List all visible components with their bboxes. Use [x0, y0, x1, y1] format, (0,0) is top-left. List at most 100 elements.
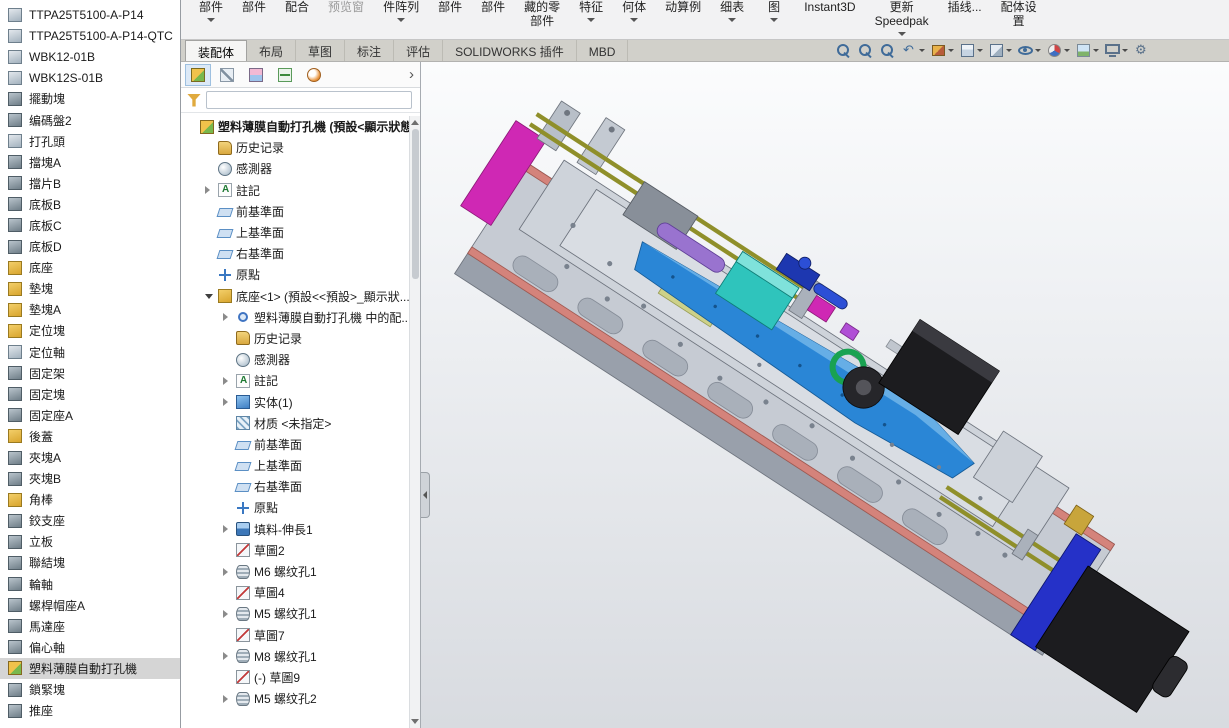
- parts-list-item[interactable]: 固定座A: [0, 405, 180, 426]
- parts-list-item[interactable]: 固定架: [0, 363, 180, 384]
- ribbon-button[interactable]: 动算例: [659, 0, 707, 15]
- view-toolbar-button[interactable]: [1016, 42, 1042, 59]
- parts-list-item[interactable]: 擋塊A: [0, 152, 180, 173]
- parts-list-item[interactable]: 鎖緊塊: [0, 679, 180, 700]
- parts-list-item[interactable]: 推座: [0, 700, 180, 721]
- feature-tree-item[interactable]: M8 螺纹孔1: [181, 646, 420, 667]
- ribbon-button[interactable]: Instant3D: [798, 0, 861, 15]
- feature-tree-item[interactable]: 前基準面: [181, 434, 420, 455]
- parts-list-item[interactable]: 底板C: [0, 215, 180, 236]
- view-toolbar-button[interactable]: [987, 42, 1013, 59]
- parts-list-item[interactable]: 立板: [0, 531, 180, 552]
- feature-tree-item[interactable]: 草圖2: [181, 540, 420, 561]
- view-toolbar-button[interactable]: [856, 42, 875, 59]
- parts-list-item[interactable]: 定位軸: [0, 342, 180, 363]
- expand-arrow-icon[interactable]: [223, 398, 232, 406]
- parts-list-item[interactable]: TTPA25T5100-A-P14: [0, 4, 180, 25]
- ribbon-button[interactable]: 插线...: [942, 0, 988, 15]
- parts-list-item[interactable]: 夾塊A: [0, 447, 180, 468]
- feature-tree-item[interactable]: 上基準面: [181, 455, 420, 476]
- featuremanager-tab[interactable]: [185, 64, 211, 86]
- view-toolbar-button[interactable]: [900, 42, 926, 59]
- parts-list-item[interactable]: 鉸支座: [0, 510, 180, 531]
- view-toolbar-button[interactable]: [878, 42, 897, 59]
- feature-tree-item[interactable]: 原點: [181, 497, 420, 518]
- parts-list-item[interactable]: 聯結塊: [0, 552, 180, 573]
- feature-tree-item[interactable]: 右基準面: [181, 243, 420, 264]
- graphics-area[interactable]: [421, 62, 1229, 728]
- featuremanager-tab[interactable]: [301, 64, 327, 86]
- ribbon-button[interactable]: 部件: [193, 0, 229, 22]
- expand-arrow-icon[interactable]: [205, 186, 214, 194]
- parts-list-item[interactable]: 夾塊B: [0, 468, 180, 489]
- parts-list-item[interactable]: 底座: [0, 257, 180, 278]
- parts-list-item[interactable]: 编碼盤2: [0, 109, 180, 130]
- feature-tree-item[interactable]: M5 螺纹孔1: [181, 603, 420, 624]
- feature-tree-item[interactable]: 实体(1): [181, 391, 420, 412]
- parts-list-item[interactable]: 墊塊A: [0, 299, 180, 320]
- ribbon-button[interactable]: 细表: [714, 0, 750, 22]
- ribbon-tab[interactable]: 评估: [394, 40, 443, 61]
- parts-list-item[interactable]: 固定塊: [0, 384, 180, 405]
- feature-tree-item[interactable]: 塑料薄膜自動打孔機 (預設<顯示狀態: [181, 116, 420, 137]
- ribbon-tab[interactable]: 装配体: [185, 40, 247, 61]
- feature-tree-item[interactable]: 上基準面: [181, 222, 420, 243]
- feature-tree-item[interactable]: 填料-伸長1: [181, 519, 420, 540]
- expand-arrow-icon[interactable]: [223, 568, 232, 576]
- parts-list-item[interactable]: WBK12-01B: [0, 46, 180, 67]
- feature-tree-item[interactable]: 註記: [181, 180, 420, 201]
- feature-tree-item[interactable]: 右基準面: [181, 476, 420, 497]
- parts-list-item[interactable]: 打孔頭: [0, 131, 180, 152]
- feature-tree-item[interactable]: 草圖4: [181, 582, 420, 603]
- feature-tree-item[interactable]: 材质 <未指定>: [181, 413, 420, 434]
- featuremanager-tab[interactable]: [272, 64, 298, 86]
- ribbon-button[interactable]: 配体设 置: [995, 0, 1043, 29]
- featuremanager-tab[interactable]: [243, 64, 269, 86]
- ribbon-button[interactable]: 部件: [236, 0, 272, 15]
- ribbon-tab[interactable]: 草图: [296, 40, 345, 61]
- ribbon-button[interactable]: 更新 Speedpak: [869, 0, 935, 36]
- panel-expand-chevron-icon[interactable]: [409, 67, 414, 82]
- ribbon-tab[interactable]: SOLIDWORKS 插件: [443, 40, 577, 61]
- ribbon-button[interactable]: 件阵列: [377, 0, 425, 22]
- parts-list-item[interactable]: 角棒: [0, 489, 180, 510]
- ribbon-button[interactable]: 配合: [279, 0, 315, 15]
- expand-arrow-icon[interactable]: [223, 377, 232, 385]
- assembly-model[interactable]: [421, 62, 1229, 728]
- filter-funnel-icon[interactable]: [187, 94, 201, 107]
- feature-tree-item[interactable]: 塑料薄膜自動打孔機 中的配...: [181, 307, 420, 328]
- view-toolbar-button[interactable]: [1045, 42, 1071, 59]
- parts-list-item[interactable]: 輪軸: [0, 574, 180, 595]
- parts-list-item[interactable]: 螺桿帽座A: [0, 595, 180, 616]
- ribbon-tab[interactable]: 标注: [345, 40, 394, 61]
- feature-tree-item[interactable]: 前基準面: [181, 201, 420, 222]
- parts-list-item[interactable]: 塑料薄膜自動打孔機: [0, 658, 180, 679]
- view-toolbar-button[interactable]: [929, 42, 955, 59]
- ribbon-button[interactable]: 何体: [616, 0, 652, 22]
- featuremanager-tab[interactable]: [214, 64, 240, 86]
- parts-list-item[interactable]: TTPA25T5100-A-P14-QTC: [0, 25, 180, 46]
- expand-arrow-icon[interactable]: [205, 294, 214, 299]
- ribbon-button[interactable]: 预览窗: [322, 0, 370, 15]
- expand-arrow-icon[interactable]: [223, 525, 232, 533]
- tree-filter-input[interactable]: [206, 91, 412, 109]
- parts-list-item[interactable]: WBK12S-01B: [0, 67, 180, 88]
- tree-scrollbar[interactable]: [409, 116, 420, 728]
- expand-arrow-icon[interactable]: [223, 610, 232, 618]
- ribbon-button[interactable]: 部件: [432, 0, 468, 15]
- feature-tree-item[interactable]: M5 螺纹孔2: [181, 688, 420, 709]
- view-toolbar-button[interactable]: [1103, 42, 1129, 59]
- scroll-up-arrow[interactable]: [411, 120, 419, 125]
- parts-list-item[interactable]: 擋片B: [0, 173, 180, 194]
- feature-tree-item[interactable]: 感測器: [181, 158, 420, 179]
- ribbon-tab[interactable]: 布局: [247, 40, 296, 61]
- expand-arrow-icon[interactable]: [223, 695, 232, 703]
- feature-tree-item[interactable]: 原點: [181, 264, 420, 285]
- feature-tree-item[interactable]: (-) 草圖9: [181, 667, 420, 688]
- feature-tree-item[interactable]: 历史记录: [181, 137, 420, 158]
- expand-arrow-icon[interactable]: [223, 313, 232, 321]
- ribbon-tab[interactable]: MBD: [577, 40, 629, 61]
- feature-tree-item[interactable]: 感測器: [181, 349, 420, 370]
- parts-list-item[interactable]: 底板B: [0, 194, 180, 215]
- feature-tree-item[interactable]: 历史记录: [181, 328, 420, 349]
